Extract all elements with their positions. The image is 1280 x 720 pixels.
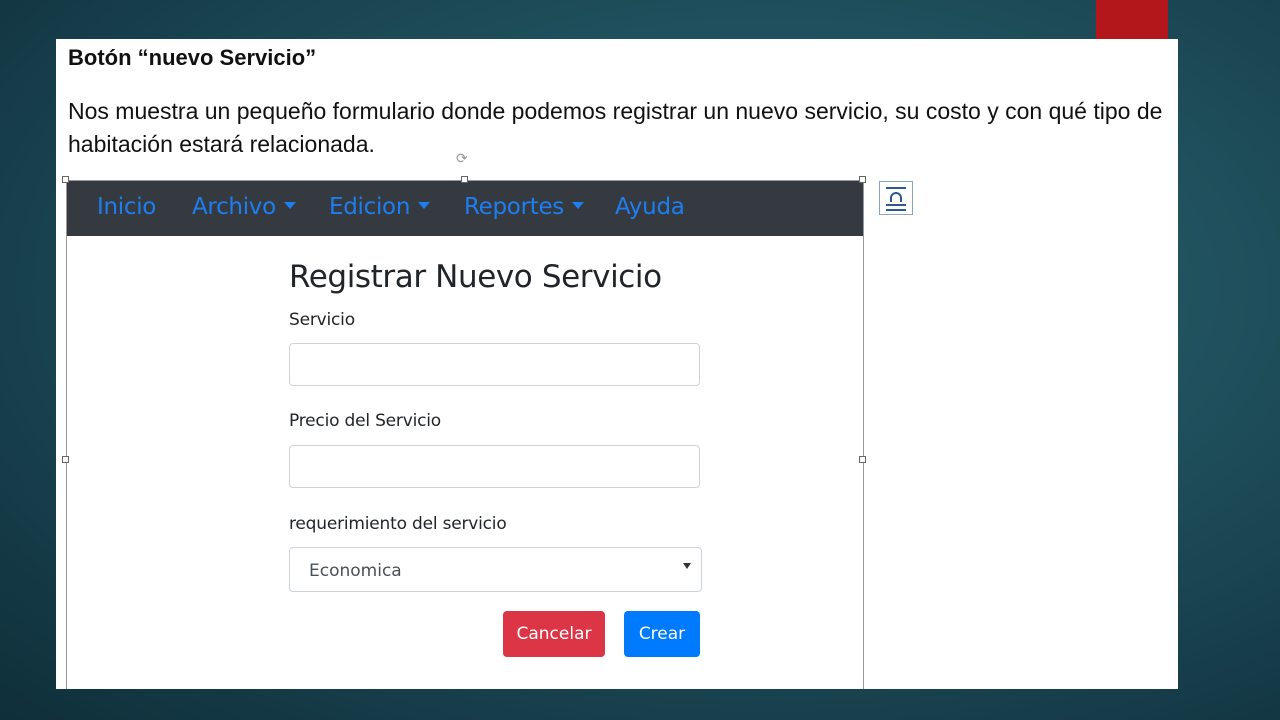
caret-down-icon bbox=[283, 202, 296, 209]
resize-handle-top-left[interactable] bbox=[62, 176, 69, 183]
nav-item-edicion[interactable]: Edicion bbox=[329, 194, 431, 220]
nav-item-label: Archivo bbox=[192, 194, 276, 220]
nav-item-label: Reportes bbox=[464, 194, 564, 220]
caret-down-icon bbox=[571, 202, 584, 209]
nav-item-label: Inicio bbox=[97, 194, 157, 220]
resize-handle-top-right[interactable] bbox=[859, 176, 866, 183]
resize-handle-top-middle[interactable] bbox=[461, 176, 468, 183]
navbar: Inicio Archivo Edicion Reportes Ayuda bbox=[67, 181, 863, 236]
layout-options-icon[interactable] bbox=[879, 181, 913, 215]
resize-handle-middle-right[interactable] bbox=[859, 456, 866, 463]
embedded-screenshot-image[interactable]: Inicio Archivo Edicion Reportes Ayuda Re… bbox=[66, 180, 864, 689]
requerimiento-label: requerimiento del servicio bbox=[289, 514, 507, 534]
nav-item-archivo[interactable]: Archivo bbox=[192, 194, 296, 220]
nav-item-label: Ayuda bbox=[615, 194, 685, 220]
slide-description: Nos muestra un pequeño formulario donde … bbox=[68, 98, 1163, 157]
nav-item-ayuda[interactable]: Ayuda bbox=[615, 194, 685, 220]
layout-icon-line bbox=[886, 187, 906, 189]
nav-item-label: Edicion bbox=[329, 194, 411, 220]
precio-input[interactable] bbox=[289, 445, 700, 488]
layout-icon-arc bbox=[890, 192, 902, 202]
precio-label: Precio del Servicio bbox=[289, 411, 441, 431]
rotate-icon[interactable]: ⟳ bbox=[456, 150, 468, 167]
select-arrow-icon bbox=[683, 563, 691, 569]
slide-accent-bar bbox=[1096, 0, 1168, 40]
create-button[interactable]: Crear bbox=[624, 611, 700, 657]
caret-down-icon bbox=[418, 202, 431, 209]
servicio-input[interactable] bbox=[289, 343, 700, 386]
layout-icon-line bbox=[886, 209, 906, 211]
form-title: Registrar Nuevo Servicio bbox=[289, 259, 662, 295]
resize-handle-middle-left[interactable] bbox=[62, 456, 69, 463]
layout-icon-line bbox=[886, 204, 906, 206]
requerimiento-selected-value: Economica bbox=[309, 561, 402, 581]
servicio-label: Servicio bbox=[289, 310, 355, 330]
nav-item-reportes[interactable]: Reportes bbox=[464, 194, 584, 220]
requerimiento-select[interactable]: Economica bbox=[289, 547, 702, 592]
cancel-button[interactable]: Cancelar bbox=[503, 611, 605, 657]
slide-content: Botón “nuevo Servicio” Nos muestra un pe… bbox=[56, 39, 1178, 689]
nav-item-inicio[interactable]: Inicio bbox=[97, 194, 156, 220]
slide-heading: Botón “nuevo Servicio” bbox=[68, 45, 317, 70]
